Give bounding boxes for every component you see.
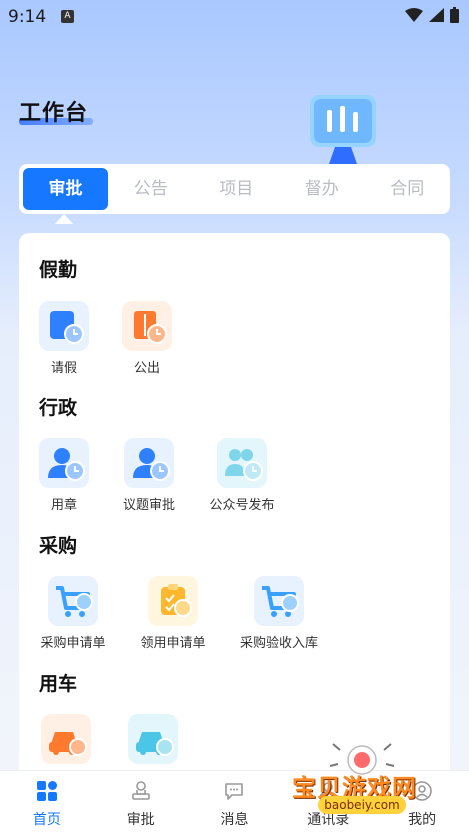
purchase-request-label: 采购申请单 (40, 636, 106, 651)
nav-home[interactable]: 首页 (0, 771, 94, 836)
watermark-url: baobeiy.com (318, 796, 406, 814)
tab-approval[interactable]: 审批 (23, 168, 108, 210)
purchase-request-item[interactable]: 采购申请单 (23, 576, 123, 651)
nav-home-label: 首页 (32, 812, 61, 828)
requisition-item[interactable]: 领用申请单 (123, 576, 223, 651)
nav-approval[interactable]: 审批 (94, 771, 188, 836)
car-request-icon (41, 714, 91, 764)
status-bar: 9:14 A (0, 0, 469, 34)
approval-icon (131, 781, 150, 800)
car-return-item[interactable] (103, 714, 203, 770)
tab-pointer (55, 214, 73, 224)
tab-supervision[interactable]: 督办 (279, 168, 365, 210)
purchase-acceptance-icon (254, 576, 304, 626)
message-icon (225, 783, 244, 800)
section-title-administration: 行政 (39, 397, 78, 419)
signal-icon (429, 8, 444, 22)
topic-approval-icon (124, 438, 174, 488)
purchase-acceptance-item[interactable]: 采购验收入库 (229, 576, 329, 651)
nav-approval-label: 审批 (126, 812, 155, 828)
tab-project[interactable]: 项目 (194, 168, 280, 210)
nav-message[interactable]: 消息 (188, 771, 282, 836)
tab-announcement[interactable]: 公告 (108, 168, 194, 210)
wifi-icon (405, 8, 423, 22)
purchase-acceptance-label: 采购验收入库 (239, 636, 318, 651)
account-publish-label: 公众号发布 (209, 498, 275, 513)
section-title-vehicle: 用车 (39, 673, 78, 695)
battery-icon (450, 7, 459, 23)
tab-contract[interactable]: 合同 (365, 168, 451, 210)
business-trip-icon (122, 301, 172, 351)
business-trip-item[interactable]: 公出 (97, 301, 197, 376)
seal-icon (39, 438, 89, 488)
home-icon (36, 781, 57, 801)
account-publish-icon (217, 438, 267, 488)
dashboard-illustration-icon (310, 95, 376, 164)
status-time: 9:14 (8, 7, 47, 27)
nav-message-label: 消息 (220, 812, 249, 828)
section-title-procurement: 采购 (39, 535, 78, 557)
purchase-request-icon (48, 576, 98, 626)
page-title: 工作台 (19, 101, 89, 126)
topic-approval-label: 议题审批 (122, 498, 175, 513)
car-request-item[interactable] (16, 714, 116, 770)
section-title-attendance: 假勤 (39, 259, 78, 281)
car-return-icon (128, 714, 178, 764)
app-notification-icon: A (61, 10, 74, 23)
category-tabs: 审批 公告 项目 督办 合同 (19, 164, 450, 214)
requisition-icon (148, 576, 198, 626)
leave-icon (39, 301, 89, 351)
approval-panel: 假勤 请假 公出 行政 用章 议题审批 公众号发布 采购 采购申请单 领用申请单… (19, 233, 450, 793)
topic-approval-item[interactable]: 议题审批 (99, 438, 199, 513)
business-trip-label: 公出 (133, 361, 160, 376)
requisition-label: 领用申请单 (140, 636, 206, 651)
account-publish-item[interactable]: 公众号发布 (192, 438, 292, 513)
